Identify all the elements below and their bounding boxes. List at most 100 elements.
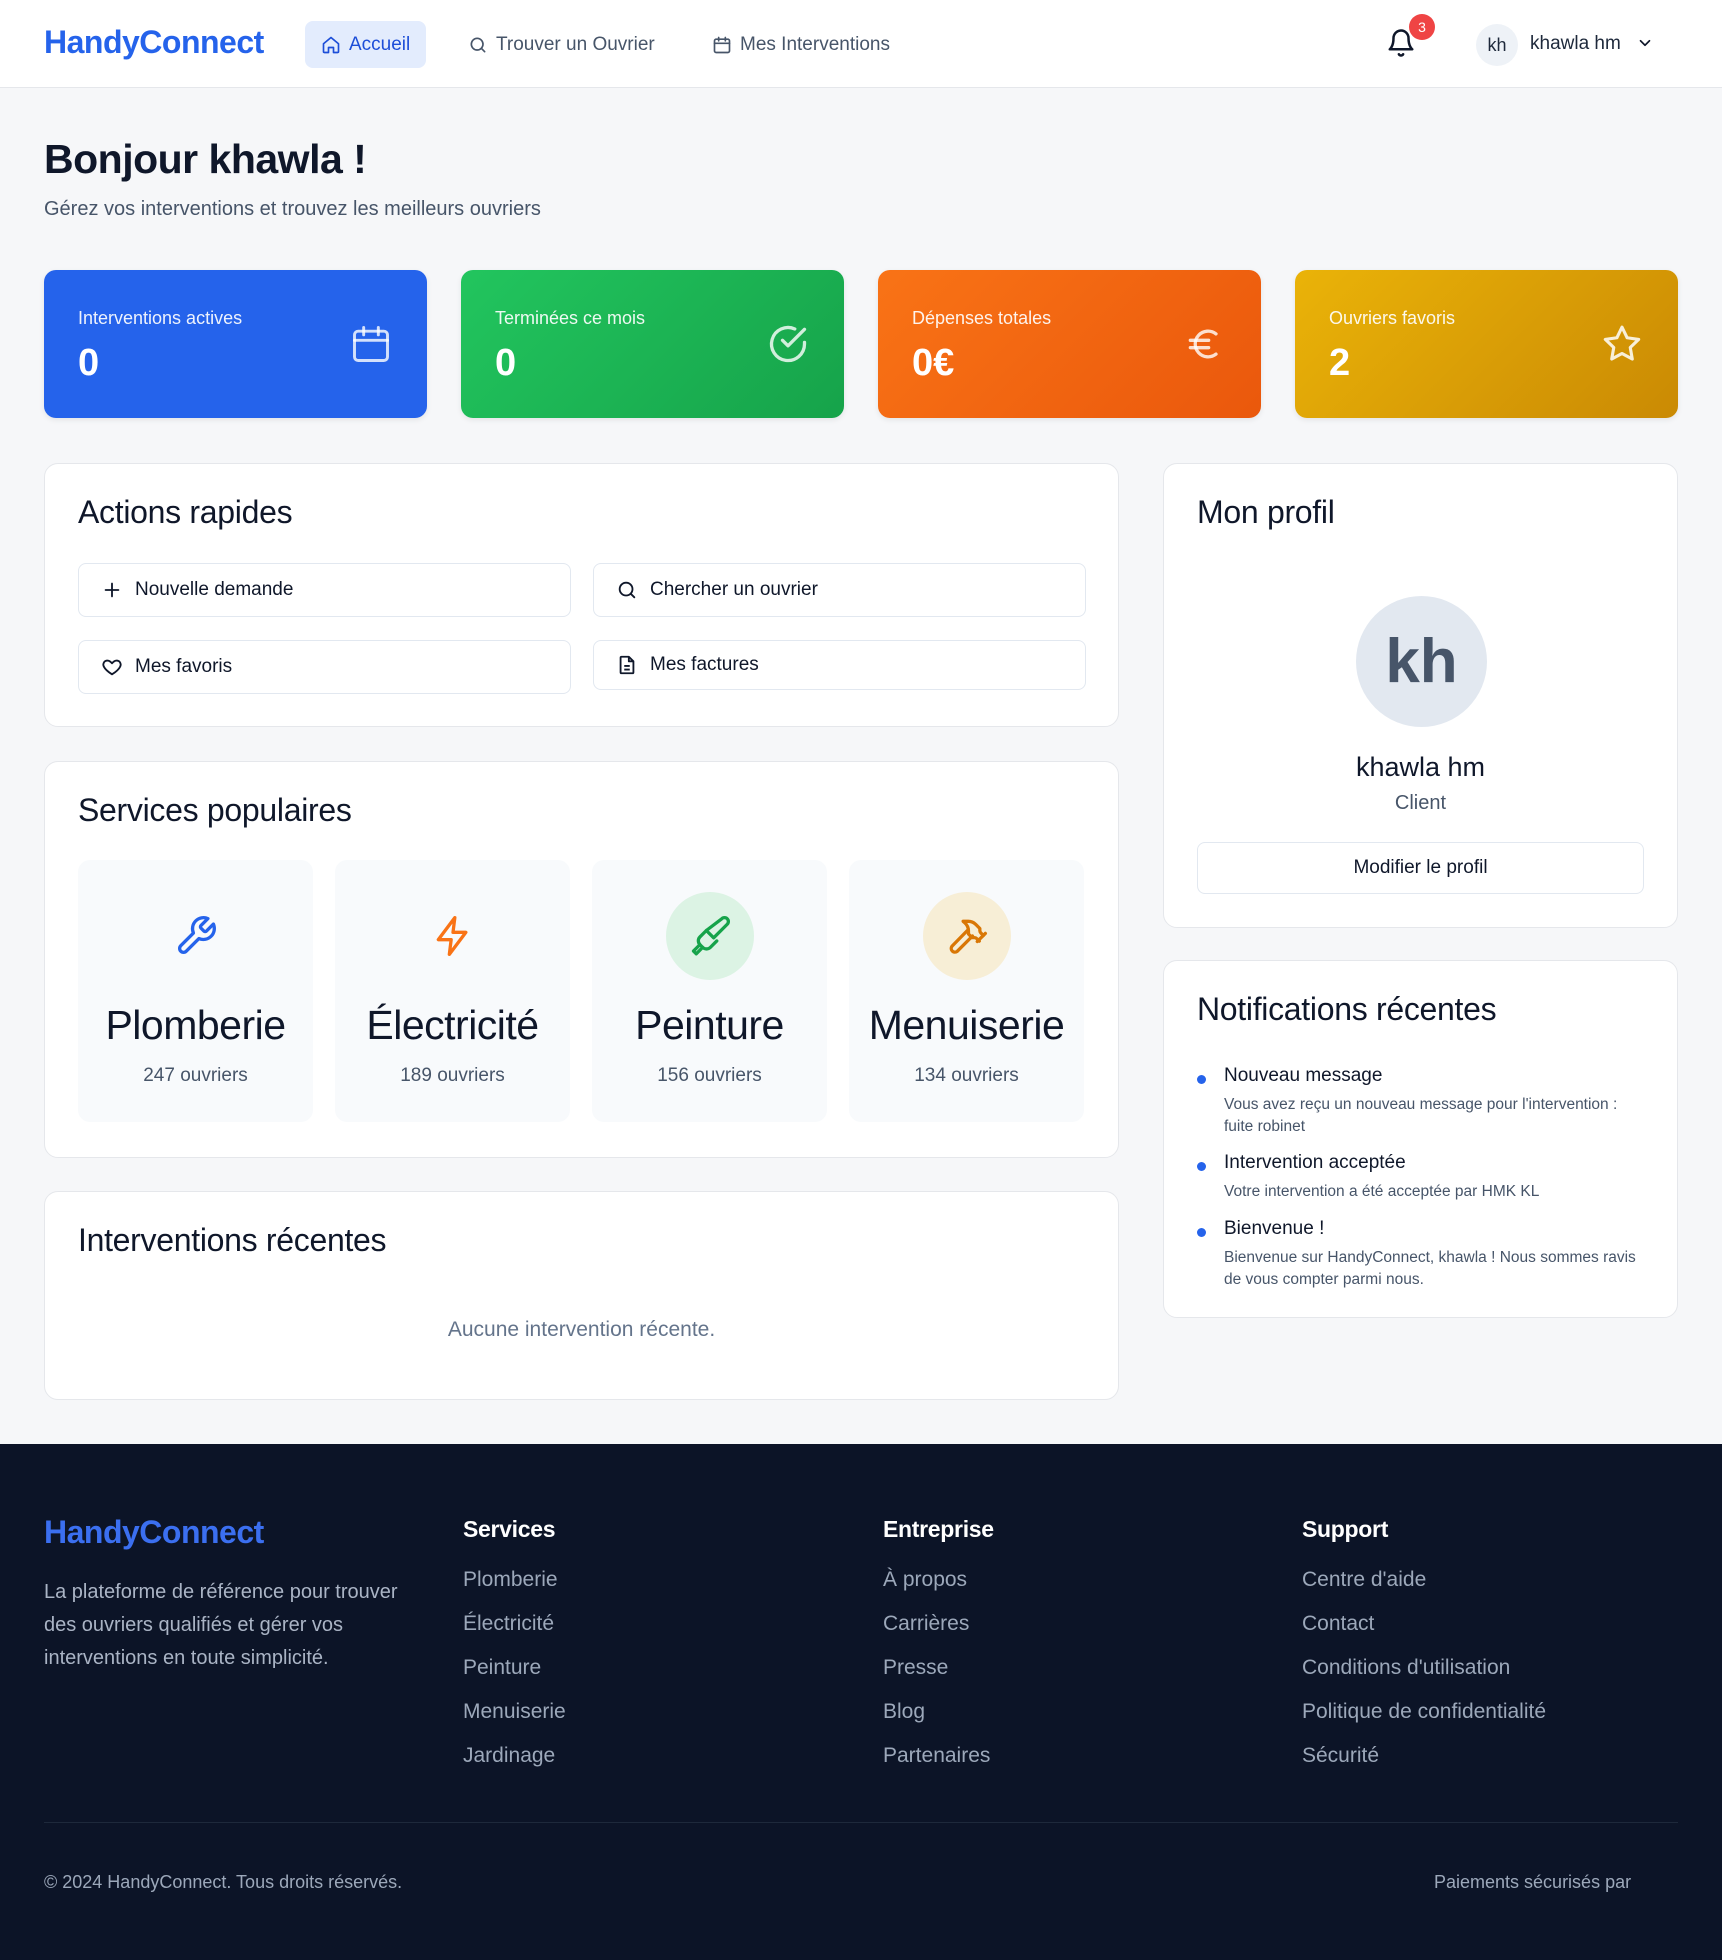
calendar-icon xyxy=(713,36,731,53)
service-card-menuiserie[interactable]: Menuiserie 134 ouvriers xyxy=(849,860,1084,1122)
service-name: Plomberie xyxy=(105,1002,286,1048)
hammer-icon xyxy=(949,919,987,954)
recent-interventions-title: Interventions récentes xyxy=(78,1222,387,1258)
new-request-button[interactable]: Nouvelle demande xyxy=(78,563,571,617)
lightning-icon xyxy=(436,916,467,956)
profile-avatar: kh xyxy=(1356,596,1487,727)
service-count: 156 ouvriers xyxy=(657,1065,762,1086)
stat-card-total-expenses: Dépenses totales 0€ xyxy=(878,270,1261,418)
nav-mes-interventions-label: Mes Interventions xyxy=(740,33,890,55)
footer-link[interactable]: Plomberie xyxy=(463,1565,566,1609)
stat-card-favorite-workers: Ouvriers favoris 2 xyxy=(1295,270,1678,418)
notification-badge: 3 xyxy=(1409,14,1435,40)
wrench-icon xyxy=(177,916,216,954)
footer-link[interactable]: Peinture xyxy=(463,1653,566,1697)
profile-title: Mon profil xyxy=(1197,494,1335,530)
service-count: 247 ouvriers xyxy=(143,1065,248,1086)
footer-link[interactable]: À propos xyxy=(883,1565,994,1609)
home-icon xyxy=(322,36,340,53)
footer-description: La plateforme de référence pour trouver … xyxy=(44,1581,398,1669)
paintbrush-icon xyxy=(691,916,730,956)
service-card-peinture[interactable]: Peinture 156 ouvriers xyxy=(592,860,827,1122)
heart-icon xyxy=(102,659,122,676)
favorites-label: Mes favoris xyxy=(135,656,233,677)
notification-title: Bienvenue ! xyxy=(1224,1218,1325,1239)
notification-title: Nouveau message xyxy=(1224,1065,1383,1086)
recent-interventions-panel: Interventions récentes Aucune interventi… xyxy=(44,1191,1119,1400)
service-name: Électricité xyxy=(366,1002,539,1048)
profile-name: khawla hm xyxy=(1355,752,1486,782)
notification-body: Votre intervention a été acceptée par HM… xyxy=(1224,1183,1540,1200)
stat-label: Ouvriers favoris xyxy=(1329,308,1456,328)
stat-label: Terminées ce mois xyxy=(495,308,646,328)
search-icon xyxy=(470,37,486,53)
stat-label: Dépenses totales xyxy=(912,308,1052,328)
notifications-title: Notifications récentes xyxy=(1197,991,1497,1027)
stat-card-active-interventions: Interventions actives 0 xyxy=(44,270,427,418)
check-circle-icon xyxy=(769,325,807,363)
service-icon-bg xyxy=(665,892,754,980)
footer-brand[interactable]: HandyConnect xyxy=(44,1514,264,1551)
notification-body: Bienvenue sur HandyConnect, khawla ! Nou… xyxy=(1224,1249,1636,1288)
footer-column-title: Entreprise xyxy=(883,1516,994,1542)
site-footer: HandyConnect La plateforme de référence … xyxy=(0,1444,1722,1960)
notification-title: Intervention acceptée xyxy=(1224,1152,1406,1173)
page-subtitle: Gérez vos interventions et trouvez les m… xyxy=(44,198,541,220)
footer-link[interactable]: Électricité xyxy=(463,1609,566,1653)
user-avatar[interactable]: kh xyxy=(1476,24,1518,66)
notifications-panel: Notifications récentes Nouveau message V… xyxy=(1163,960,1678,1318)
footer-link[interactable]: Presse xyxy=(883,1653,994,1697)
invoices-button[interactable]: Mes factures xyxy=(593,640,1086,690)
footer-link[interactable]: Conditions d'utilisation xyxy=(1302,1653,1546,1697)
footer-link[interactable]: Menuiserie xyxy=(463,1697,566,1741)
nav-accueil-label: Accueil xyxy=(349,33,411,55)
footer-column-entreprise: Entreprise À propos Carrières Presse Blo… xyxy=(883,1516,994,1785)
file-icon xyxy=(619,655,635,675)
footer-link[interactable]: Carrières xyxy=(883,1609,994,1653)
invoices-label: Mes factures xyxy=(650,654,759,675)
quick-actions-title: Actions rapides xyxy=(78,494,293,530)
profile-panel: Mon profil kh khawla hm Client Modifier … xyxy=(1163,463,1678,928)
nav-accueil[interactable]: Accueil xyxy=(305,21,427,68)
footer-divider xyxy=(44,1822,1678,1823)
footer-link[interactable]: Sécurité xyxy=(1302,1741,1546,1785)
footer-column-support: Support Centre d'aide Contact Conditions… xyxy=(1302,1516,1546,1785)
popular-services-panel: Services populaires Plomberie 247 ouvrie… xyxy=(44,761,1119,1158)
brand-logo[interactable]: HandyConnect xyxy=(44,24,264,61)
footer-link[interactable]: Politique de confidentialité xyxy=(1302,1697,1546,1741)
favorites-button[interactable]: Mes favoris xyxy=(78,640,571,694)
search-worker-label: Chercher un ouvrier xyxy=(650,579,818,600)
search-worker-button[interactable]: Chercher un ouvrier xyxy=(593,563,1086,617)
unread-dot xyxy=(1197,1228,1206,1237)
chevron-down-icon[interactable] xyxy=(1636,34,1654,52)
service-icon-bg xyxy=(152,892,240,980)
footer-link[interactable]: Contact xyxy=(1302,1609,1546,1653)
service-card-plomberie[interactable]: Plomberie 247 ouvriers xyxy=(78,860,313,1122)
top-navbar: HandyConnect Accueil Trouver un Ouvrier … xyxy=(0,0,1722,88)
footer-link[interactable]: Partenaires xyxy=(883,1741,994,1785)
stat-value: 2 xyxy=(1329,342,1351,384)
plus-icon xyxy=(104,582,120,598)
profile-role: Client xyxy=(1394,792,1447,814)
footer-payments-note: Paiements sécurisés par xyxy=(1434,1872,1632,1892)
footer-link[interactable]: Centre d'aide xyxy=(1302,1565,1546,1609)
notification-body: Vous avez reçu un nouveau message pour l… xyxy=(1224,1096,1618,1135)
stat-label: Interventions actives xyxy=(78,308,243,328)
unread-dot xyxy=(1197,1162,1206,1171)
service-icon-bg xyxy=(409,892,497,980)
footer-copyright: © 2024 HandyConnect. Tous droits réservé… xyxy=(44,1872,403,1892)
service-icon-bg xyxy=(922,892,1011,980)
nav-trouver-ouvrier[interactable]: Trouver un Ouvrier xyxy=(452,21,671,68)
service-count: 134 ouvriers xyxy=(914,1065,1019,1086)
footer-link[interactable]: Blog xyxy=(883,1697,994,1741)
footer-column-title: Services xyxy=(463,1516,556,1542)
footer-link[interactable]: Jardinage xyxy=(463,1741,566,1785)
stat-card-completed-month: Terminées ce mois 0 xyxy=(461,270,844,418)
stat-value: 0€ xyxy=(912,342,955,384)
calendar-icon xyxy=(353,326,389,362)
edit-profile-button[interactable]: Modifier le profil xyxy=(1197,842,1644,894)
user-name[interactable]: khawla hm xyxy=(1530,33,1621,55)
unread-dot xyxy=(1197,1075,1206,1084)
nav-mes-interventions[interactable]: Mes Interventions xyxy=(696,21,906,68)
service-card-electricite[interactable]: Électricité 189 ouvriers xyxy=(335,860,570,1122)
